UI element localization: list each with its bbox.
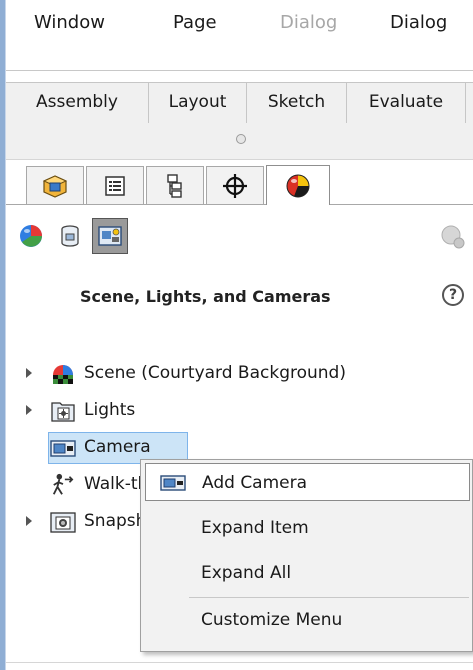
menu-item-label: Expand All xyxy=(201,563,292,583)
tab-display-manager[interactable] xyxy=(266,165,330,205)
tab-property-manager[interactable] xyxy=(86,166,144,204)
decals-icon[interactable] xyxy=(58,224,82,248)
tab-evaluate[interactable]: Evaluate xyxy=(347,83,466,123)
dimxpert-icon xyxy=(223,173,247,198)
context-menu: Add Camera Expand Item Expand All Custom… xyxy=(140,459,473,652)
tab-feature-manager[interactable] xyxy=(26,166,84,204)
lights-icon xyxy=(51,402,75,422)
property-manager-icon xyxy=(105,175,125,196)
menu-separator xyxy=(189,597,469,598)
camera-icon xyxy=(50,440,76,457)
tab-dimxpert-manager[interactable] xyxy=(206,166,264,204)
menu-page[interactable]: Page xyxy=(173,12,217,33)
menu-bar: Window Page Dialog Dialog xyxy=(6,0,473,70)
render-tools-icon[interactable] xyxy=(440,224,466,250)
display-manager-icon xyxy=(286,174,310,197)
help-icon[interactable]: ? xyxy=(442,284,464,306)
scene-lights-cameras-icon xyxy=(98,226,122,246)
panel-bottom-divider xyxy=(6,662,473,663)
menu-item-customize-menu[interactable]: Customize Menu xyxy=(145,601,470,639)
tab-sketch[interactable]: Sketch xyxy=(247,83,347,123)
tree-item-lights[interactable]: Lights xyxy=(6,394,473,428)
walkthrough-icon xyxy=(52,473,74,495)
panel-splitter[interactable] xyxy=(6,123,473,160)
tree-item-label: Lights xyxy=(84,400,136,420)
scene-icon xyxy=(53,365,73,384)
camera-icon xyxy=(160,475,186,491)
configuration-manager-icon xyxy=(167,173,182,198)
splitter-grip-icon[interactable] xyxy=(236,134,246,144)
expand-caret-icon[interactable] xyxy=(26,405,32,415)
part-icon xyxy=(42,174,68,198)
expand-caret-icon[interactable] xyxy=(26,516,32,526)
menu-divider xyxy=(6,70,473,71)
tree-item-scene[interactable]: Scene (Courtyard Background) xyxy=(6,357,473,391)
menu-item-add-camera[interactable]: Add Camera xyxy=(145,463,470,501)
menu-item-expand-item[interactable]: Expand Item xyxy=(145,509,470,547)
panel-title: Scene, Lights, and Cameras xyxy=(80,287,331,306)
tree-item-label: Camera xyxy=(84,437,151,457)
appearances-icon[interactable] xyxy=(18,223,44,249)
menu-dialog-disabled: Dialog xyxy=(280,12,338,33)
scene-lights-cameras-button[interactable] xyxy=(92,218,128,254)
menu-item-label: Expand Item xyxy=(201,518,309,538)
menu-dialog[interactable]: Dialog xyxy=(390,12,447,33)
display-manager-toolbar xyxy=(6,212,473,262)
expand-caret-icon[interactable] xyxy=(26,368,32,378)
tab-assembly[interactable]: Assembly xyxy=(6,83,149,123)
tab-layout[interactable]: Layout xyxy=(149,83,247,123)
feature-manager-tabs xyxy=(6,160,473,205)
menu-item-expand-all[interactable]: Expand All xyxy=(145,554,470,592)
menu-item-label: Customize Menu xyxy=(201,610,343,630)
command-manager-tabs: Assembly Layout Sketch Evaluate xyxy=(6,82,473,124)
menu-window[interactable]: Window xyxy=(34,12,105,33)
tree-item-label: Scene (Courtyard Background) xyxy=(84,363,346,383)
tab-configuration-manager[interactable] xyxy=(146,166,204,204)
menu-item-label: Add Camera xyxy=(202,473,308,493)
snapshot-icon xyxy=(50,512,76,533)
